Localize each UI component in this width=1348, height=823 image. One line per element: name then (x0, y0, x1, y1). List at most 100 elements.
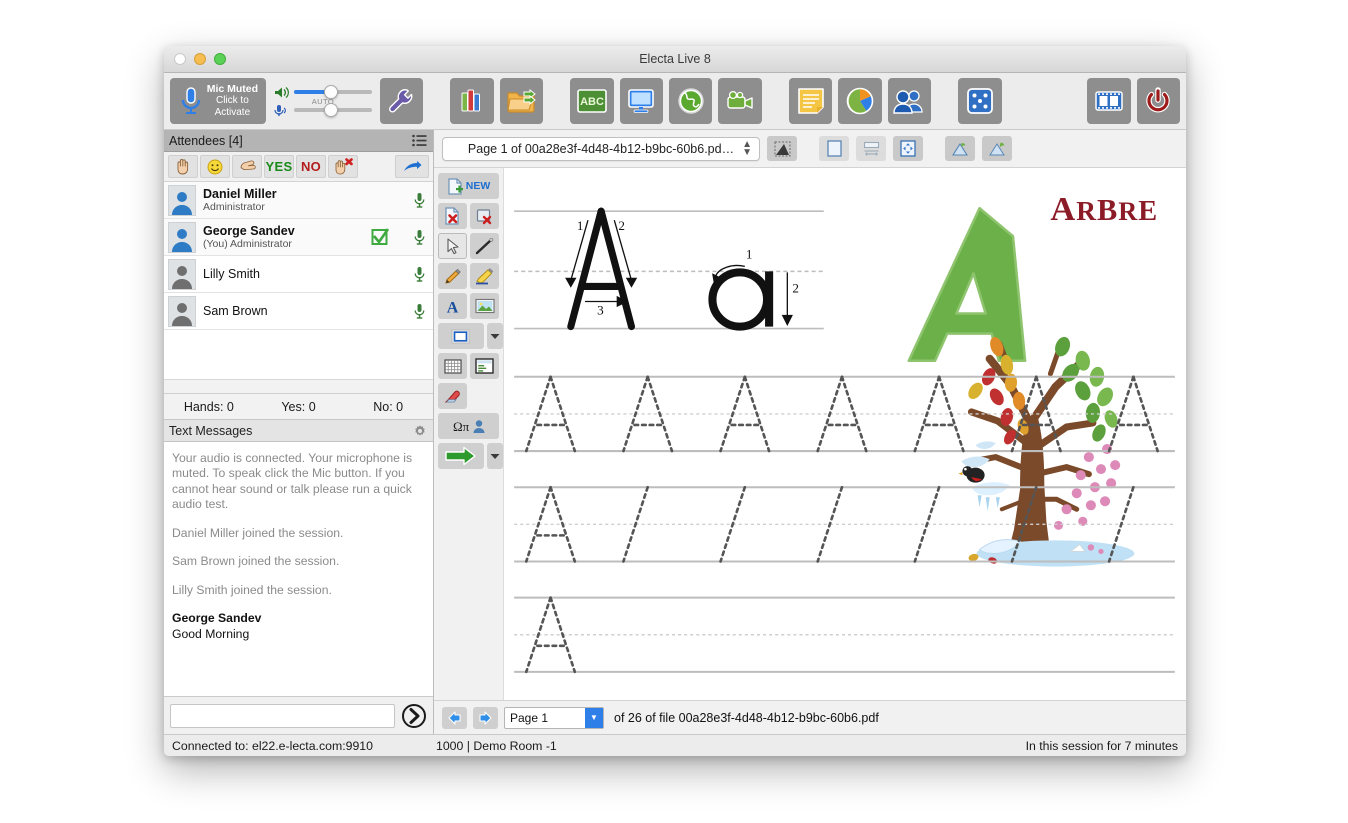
dice-button[interactable] (958, 78, 1002, 124)
chat-input[interactable] (170, 703, 395, 728)
list-item[interactable]: Daniel Miller Administrator (164, 182, 433, 219)
sticky-note-icon (797, 87, 825, 115)
yes-button[interactable]: YES (264, 155, 294, 178)
select-region-button[interactable] (767, 136, 797, 161)
mic-mute-toggle-button[interactable]: Mic Muted Click to Activate (170, 78, 266, 124)
smile-button[interactable] (200, 155, 230, 178)
line-tool[interactable] (470, 233, 499, 259)
whiteboard-button[interactable]: ABC (570, 78, 614, 124)
window-title: Electa Live 8 (639, 52, 711, 66)
users-icon (893, 88, 925, 114)
next-dropdown[interactable] (486, 443, 503, 469)
microphone-level-slider[interactable]: AUTO (274, 97, 374, 117)
chat-message-log[interactable]: Your audio is connected. Your microphone… (164, 442, 433, 696)
attendee-list-spacer (164, 380, 433, 394)
presenter-check-icon[interactable] (371, 228, 389, 246)
microphone-icon (178, 84, 204, 118)
page-number-combobox[interactable]: Page 1 ▼ (504, 706, 604, 729)
previous-page-button[interactable] (442, 706, 467, 729)
video-button[interactable] (718, 78, 762, 124)
gear-icon[interactable] (413, 424, 427, 438)
avatar (168, 221, 196, 253)
speaker-volume-icon (274, 86, 289, 99)
list-item[interactable]: George Sandev (You) Administrator (164, 219, 433, 256)
applause-button[interactable] (232, 155, 262, 178)
share-button[interactable] (395, 155, 429, 178)
lowercase-stroke-1: 1 (746, 246, 753, 261)
list-item[interactable]: Lilly Smith (164, 256, 433, 293)
clear-hands-button[interactable] (328, 155, 358, 178)
fit-screen-button[interactable] (893, 136, 923, 161)
open-folder-button[interactable] (499, 78, 544, 124)
next-page-button[interactable] (473, 706, 498, 729)
breakout-rooms-button[interactable] (887, 78, 932, 124)
zoom-out-icon (951, 141, 969, 157)
clear-page-tool[interactable] (470, 203, 499, 229)
chat-text: Good Morning (172, 626, 250, 641)
notes-button[interactable] (788, 78, 833, 124)
microphone-icon[interactable] (414, 266, 425, 283)
zoom-window-button[interactable] (214, 53, 226, 65)
uppercase-stroke-3: 3 (597, 303, 604, 318)
close-window-button[interactable] (174, 53, 186, 65)
list-menu-icon[interactable] (412, 134, 427, 147)
zoom-out-button[interactable] (945, 136, 975, 161)
chat-message: George Sandev Good Morning (172, 611, 425, 642)
desktop-share-button[interactable] (619, 78, 663, 124)
raise-hand-button[interactable] (168, 155, 198, 178)
table-tool[interactable] (470, 353, 499, 379)
image-tool[interactable] (470, 293, 499, 319)
marquee-icon (774, 141, 791, 157)
page-icon (826, 140, 842, 157)
microphone-icon[interactable] (414, 303, 425, 320)
microphone-icon[interactable] (414, 229, 425, 246)
microphone-icon[interactable] (414, 192, 425, 209)
fit-page-button[interactable] (819, 136, 849, 161)
shape-dropdown[interactable] (486, 323, 503, 349)
fit-screen-icon (900, 140, 916, 157)
new-page-tool[interactable]: NEW (438, 173, 499, 199)
camcorder-icon (724, 89, 756, 113)
attendees-title: Attendees [4] (169, 133, 243, 148)
microphone-level-icon (274, 104, 289, 117)
attendee-action-bar: YES NO (164, 152, 433, 181)
avatar (168, 295, 196, 327)
pointer-tool[interactable] (438, 233, 467, 259)
settings-wrench-button[interactable] (379, 78, 424, 124)
room-info: 1000 | Demo Room -1 (436, 738, 557, 753)
blue-arrow-icon (403, 160, 422, 173)
zoom-in-button[interactable] (982, 136, 1012, 161)
symbols-tool[interactable]: Ωπ (438, 413, 499, 439)
exit-session-button[interactable] (1136, 78, 1181, 124)
no-button[interactable]: NO (296, 155, 326, 178)
pencil-tool[interactable] (438, 263, 467, 289)
polls-button[interactable] (838, 78, 882, 124)
web-tour-button[interactable] (668, 78, 713, 124)
recording-button[interactable] (1087, 78, 1131, 124)
whiteboard-canvas-area[interactable]: ARBRE 1 2 3 1 2 (504, 168, 1186, 700)
library-button[interactable] (450, 78, 494, 124)
delete-page-tool[interactable] (438, 203, 467, 229)
attendee-role: Administrator (203, 201, 265, 214)
connection-status: Connected to: el22.e-lecta.com:9910 (172, 738, 373, 753)
minimize-window-button[interactable] (194, 53, 206, 65)
shape-tool[interactable] (438, 323, 484, 349)
svg-text:A: A (447, 299, 459, 315)
page-selector-dropdown[interactable]: Page 1 of 00a28e3f-4d48-4b12-b9bc-60b6.p… (442, 136, 760, 161)
chat-message: Sam Brown joined the session. (172, 554, 340, 569)
fit-width-button[interactable] (856, 136, 886, 161)
smiley-icon (207, 159, 223, 175)
session-duration: In this session for 7 minutes (1025, 738, 1178, 753)
grid-tool[interactable] (438, 353, 467, 379)
chat-message: Your audio is connected. Your microphone… (172, 451, 413, 512)
send-arrow-icon[interactable] (401, 703, 427, 729)
window-controls (174, 53, 226, 65)
list-item[interactable]: Sam Brown (164, 293, 433, 330)
text-tool[interactable]: A (438, 293, 467, 319)
next-tool[interactable] (438, 443, 484, 469)
whiteboard-panel: Page 1 of 00a28e3f-4d48-4b12-b9bc-60b6.p… (434, 130, 1186, 734)
eraser-tool[interactable] (438, 383, 467, 409)
chat-input-row (164, 696, 433, 734)
new-page-label: NEW (465, 180, 491, 192)
highlighter-tool[interactable] (470, 263, 499, 289)
